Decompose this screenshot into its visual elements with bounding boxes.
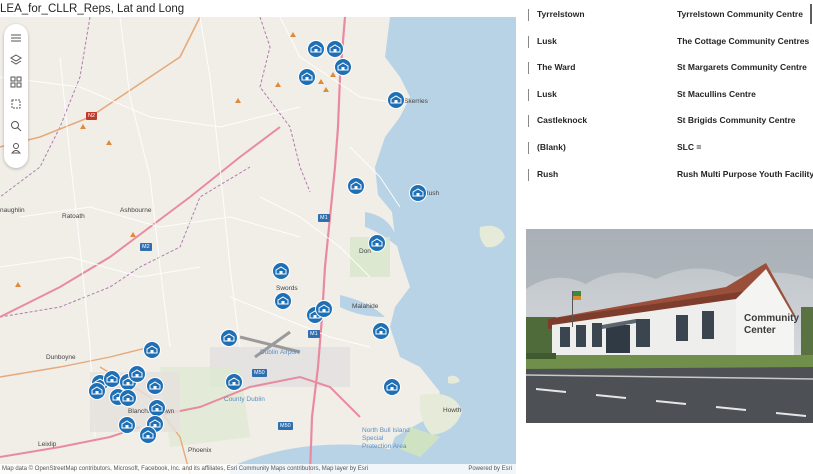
row-indicator xyxy=(528,62,529,74)
venue-cell: St Brigids Community Centre xyxy=(677,115,796,125)
venue-table: Tyrrelstown Tyrrelstown Community Centre… xyxy=(526,0,813,188)
place-label: Ashbourne xyxy=(120,207,152,214)
table-row[interactable]: Lusk St Macullins Centre xyxy=(526,82,813,109)
powered-by-esri[interactable]: Powered by Esri xyxy=(468,464,512,474)
venue-cell: SLC = xyxy=(677,142,702,152)
place-label: Howth xyxy=(443,407,462,414)
community-centre-marker[interactable] xyxy=(139,426,157,444)
attribution-text: Map data © OpenStreetMap contributors, M… xyxy=(2,466,369,472)
place-label: North Bull Island Special Protection Are… xyxy=(362,427,410,450)
community-centre-marker[interactable] xyxy=(334,58,352,76)
community-centre-marker[interactable] xyxy=(368,234,386,252)
table-row[interactable]: Castleknock St Brigids Community Centre xyxy=(526,108,813,135)
community-centre-marker[interactable] xyxy=(128,365,146,383)
road-shield-m1: M1 xyxy=(318,214,330,222)
lea-cell: Lusk xyxy=(537,36,557,46)
community-centre-marker[interactable] xyxy=(118,416,136,434)
lea-cell: The Ward xyxy=(537,62,576,72)
community-centre-marker[interactable] xyxy=(225,373,243,391)
community-centre-marker[interactable] xyxy=(326,40,344,58)
place-label: Dublin Airport xyxy=(260,349,300,356)
place-label: Phoenix xyxy=(188,447,212,454)
lea-cell: Lusk xyxy=(537,89,557,99)
community-centre-photo: Community Center xyxy=(526,229,813,423)
place-label: naughlin xyxy=(0,207,25,214)
grid-icon[interactable] xyxy=(6,72,26,92)
venue-cell: Tyrrelstown Community Centre xyxy=(677,9,803,19)
table-row[interactable]: Lusk The Cottage Community Centres xyxy=(526,29,813,56)
row-indicator xyxy=(528,36,529,48)
lea-cell: (Blank) xyxy=(537,142,566,152)
community-centre-marker[interactable] xyxy=(315,300,333,318)
community-centre-marker[interactable] xyxy=(220,329,238,347)
community-centre-marker[interactable] xyxy=(119,389,137,407)
community-centre-marker[interactable] xyxy=(88,382,106,400)
community-centre-marker[interactable] xyxy=(298,68,316,86)
map-toolbar xyxy=(4,24,28,168)
community-centre-image: Community Center xyxy=(526,229,813,423)
lea-cell: Tyrrelstown xyxy=(537,9,585,19)
venue-cell: St Macullins Centre xyxy=(677,89,756,99)
community-centre-marker[interactable] xyxy=(383,378,401,396)
community-centre-marker[interactable] xyxy=(274,292,292,310)
community-centre-marker[interactable] xyxy=(347,177,365,195)
community-centre-marker[interactable] xyxy=(409,184,427,202)
map-basemap xyxy=(0,17,516,474)
row-indicator xyxy=(528,89,529,101)
place-label: Dunboyne xyxy=(46,354,76,361)
place-label: Skerries xyxy=(404,98,428,105)
person-icon[interactable] xyxy=(6,138,26,158)
table-row[interactable]: Rush Rush Multi Purpose Youth Facility xyxy=(526,162,813,188)
row-indicator xyxy=(528,9,529,21)
lea-cell: Castleknock xyxy=(537,115,588,125)
community-centre-marker[interactable] xyxy=(143,341,161,359)
table-row[interactable]: Tyrrelstown Tyrrelstown Community Centre xyxy=(526,2,813,29)
menu-icon[interactable] xyxy=(6,28,26,48)
venue-cell: The Cottage Community Centres xyxy=(677,36,810,46)
layers-icon[interactable] xyxy=(6,50,26,70)
venue-cell: St Margarets Community Centre xyxy=(677,62,807,72)
place-label: Leixlip xyxy=(38,441,57,448)
place-label: Malahide xyxy=(352,303,379,310)
community-centre-marker[interactable] xyxy=(387,91,405,109)
lea-cell: Rush xyxy=(537,169,559,179)
sign-text-1: Community xyxy=(744,313,799,324)
place-label: Ratoath xyxy=(62,213,85,220)
road-shield-m1: M1 xyxy=(308,330,320,338)
map-title: LEA_for_CLLR_Reps, Lat and Long xyxy=(0,3,185,15)
row-indicator xyxy=(528,115,529,127)
place-label: Swords xyxy=(276,285,298,292)
table-row[interactable]: The Ward St Margarets Community Centre xyxy=(526,55,813,82)
map-attribution: Map data © OpenStreetMap contributors, M… xyxy=(0,464,516,474)
venue-cell: Rush Multi Purpose Youth Facility xyxy=(677,169,813,179)
place-label: County Dublin xyxy=(224,396,265,403)
map-visual[interactable]: N2 M1 M1 M2 M50 M50 naughlin Ratoath Ash… xyxy=(0,17,516,474)
select-icon[interactable] xyxy=(6,94,26,114)
community-centre-marker[interactable] xyxy=(272,262,290,280)
community-centre-marker[interactable] xyxy=(146,377,164,395)
community-centre-marker[interactable] xyxy=(307,40,325,58)
search-icon[interactable] xyxy=(6,116,26,136)
row-indicator xyxy=(528,142,529,154)
road-shield-m2: M2 xyxy=(140,243,152,251)
road-shield-m50: M50 xyxy=(278,422,293,430)
sign-text-2: Center xyxy=(744,325,776,336)
table-row[interactable]: (Blank) SLC = xyxy=(526,135,813,162)
road-shield-n2: N2 xyxy=(86,112,98,120)
row-indicator xyxy=(528,169,529,181)
community-centre-marker[interactable] xyxy=(372,322,390,340)
road-shield-m50: M50 xyxy=(252,369,267,377)
